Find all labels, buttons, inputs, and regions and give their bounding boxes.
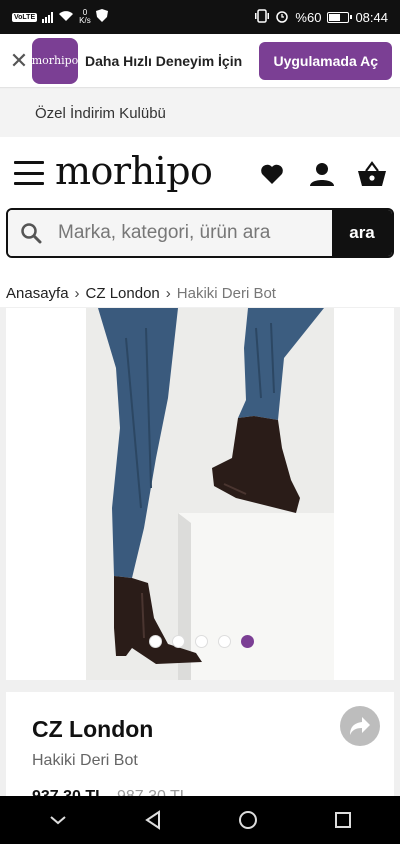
system-nav-bar	[0, 796, 400, 844]
product-name: Hakiki Deri Bot	[32, 752, 138, 769]
search-input[interactable]	[54, 210, 332, 256]
gallery-dot[interactable]	[218, 635, 231, 648]
home-icon[interactable]	[228, 800, 268, 840]
heart-icon[interactable]	[256, 159, 288, 189]
network-speed: 0 K/s	[79, 8, 91, 25]
vibrate-icon	[255, 8, 270, 26]
breadcrumb-separator: ›	[165, 285, 171, 302]
status-bar: VoLTE 0 K/s %60 08:44	[0, 0, 400, 34]
breadcrumb-current: Hakiki Deri Bot	[176, 285, 276, 302]
gallery-dot[interactable]	[195, 635, 208, 648]
battery-percent: %60	[295, 9, 322, 25]
chevron-down-icon[interactable]	[38, 800, 78, 840]
search-button[interactable]: ara	[332, 210, 392, 256]
wifi-icon	[58, 10, 74, 25]
search-icon	[8, 210, 54, 256]
breadcrumb-separator: ›	[74, 285, 80, 302]
close-icon[interactable]: ✕	[8, 48, 30, 74]
menu-icon[interactable]	[14, 161, 44, 185]
product-info-card: CZ London Hakiki Deri Bot 937,30 TL 987,…	[6, 692, 394, 805]
product-photo[interactable]	[86, 308, 334, 680]
discount-club-link[interactable]: Özel İndirim Kulübü	[0, 89, 400, 137]
gallery-dot[interactable]	[149, 635, 162, 648]
gallery-dots	[149, 635, 254, 648]
product-gallery[interactable]	[6, 308, 394, 680]
volte-badge: VoLTE	[12, 12, 38, 22]
product-brand[interactable]: CZ London	[32, 716, 153, 743]
gallery-dot[interactable]	[172, 635, 185, 648]
breadcrumb-brand[interactable]: CZ London	[86, 285, 160, 302]
battery-icon	[327, 11, 353, 23]
breadcrumb: Anasayfa › CZ London › Hakiki Deri Bot	[0, 285, 400, 307]
breadcrumb-home[interactable]: Anasayfa	[6, 285, 69, 302]
open-in-app-button[interactable]: Uygulamada Aç	[259, 41, 392, 80]
recents-icon[interactable]	[323, 800, 363, 840]
app-logo: morhipo	[32, 37, 78, 84]
banner-message: Daha Hızlı Deneyim İçin	[85, 52, 243, 69]
back-icon[interactable]	[133, 800, 173, 840]
clock: 08:44	[355, 9, 388, 25]
site-header: morhipo ara	[0, 137, 400, 285]
gallery-dot-active[interactable]	[241, 635, 254, 648]
basket-icon[interactable]	[356, 159, 388, 189]
shield-icon	[95, 9, 108, 25]
search-bar: ara	[6, 208, 394, 258]
app-install-banner: ✕ morhipo Daha Hızlı Deneyim İçin Uygula…	[0, 34, 400, 88]
alarm-icon	[275, 9, 289, 26]
share-icon[interactable]	[340, 706, 380, 746]
signal-icon	[42, 11, 54, 23]
site-logo[interactable]: morhipo	[55, 149, 213, 193]
user-icon[interactable]	[306, 159, 338, 189]
